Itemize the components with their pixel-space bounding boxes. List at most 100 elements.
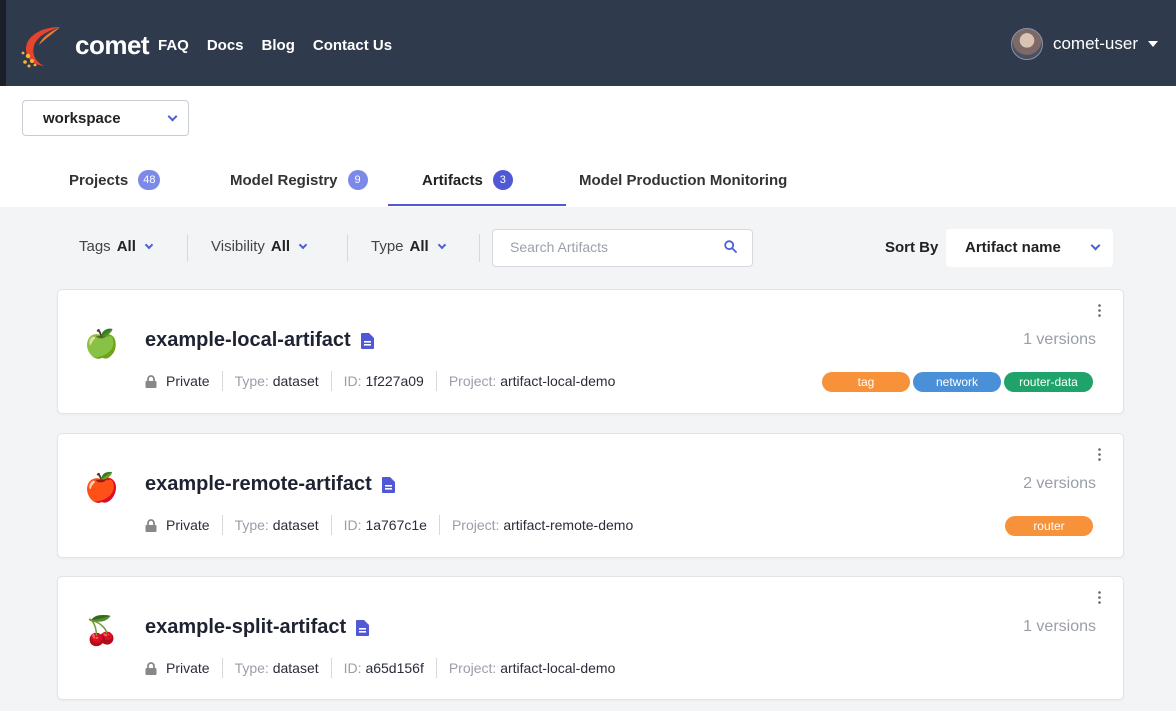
type-label: Type: [234, 660, 269, 676]
active-tab-indicator [388, 204, 566, 206]
count-badge: 3 [492, 170, 513, 190]
artifact-meta: Private Type: dataset ID: a65d156f Proje… [145, 658, 615, 678]
document-icon [356, 619, 370, 636]
red-apple-icon: 🍎 [84, 472, 119, 503]
green-apple-icon: 🍏 [84, 328, 119, 359]
chevron-down-icon [167, 111, 178, 122]
tab-label: Artifacts [422, 172, 483, 189]
artifact-name[interactable]: example-remote-artifact [145, 473, 372, 496]
filter-value: All [270, 238, 291, 255]
lock-icon [145, 661, 157, 675]
chevron-down-icon [1090, 240, 1101, 251]
visibility-filter[interactable]: Visibility All [211, 238, 308, 255]
more-options-icon[interactable] [1098, 304, 1101, 317]
caret-down-icon[interactable] [1148, 41, 1158, 47]
top-navbar: comet FAQ Docs Blog Contact Us comet-use… [0, 0, 1176, 86]
artifact-card[interactable]: 🍎 example-remote-artifact 2 versions Pri… [57, 433, 1124, 558]
tab-model-production-monitoring[interactable]: Model Production Monitoring [579, 164, 787, 207]
tags-filter[interactable]: Tags All [79, 238, 154, 255]
filter-value: All [409, 238, 429, 255]
count-badge: 9 [347, 170, 368, 190]
type-value: dataset [272, 660, 319, 676]
filter-value: All [116, 238, 136, 255]
artifact-name[interactable]: example-split-artifact [145, 616, 346, 639]
type-label: Type: [234, 373, 269, 389]
workspace-select-value: workspace [43, 110, 121, 127]
type-value: dataset [272, 373, 319, 389]
nav-link-faq[interactable]: FAQ [158, 37, 189, 54]
workspace-header: workspace Projects 48 Model Registry 9 A… [0, 86, 1176, 207]
id-label: ID: [343, 517, 362, 533]
search-input[interactable] [510, 239, 710, 255]
filter-label: Visibility [211, 238, 265, 255]
type-filter[interactable]: Type All [371, 238, 446, 255]
divider [221, 371, 223, 391]
artifact-card[interactable]: 🍏 example-local-artifact 1 versions Priv… [57, 289, 1124, 414]
tag-chip[interactable]: router [1005, 516, 1093, 536]
divider [330, 658, 332, 678]
versions-count[interactable]: 1 versions [1023, 618, 1096, 636]
artifact-meta: Private Type: dataset ID: 1a767c1e Proje… [145, 515, 633, 535]
project-link[interactable]: artifact-remote-demo [503, 517, 633, 533]
divider [221, 515, 223, 535]
search-box[interactable] [492, 229, 753, 267]
header-nav: FAQ Docs Blog Contact Us [158, 37, 410, 54]
tab-artifacts[interactable]: Artifacts 3 [422, 164, 513, 207]
id-label: ID: [343, 373, 362, 389]
cherries-icon: 🍒 [84, 615, 119, 646]
user-menu[interactable]: comet-user [1010, 28, 1158, 60]
filter-bar: Tags All Visibility All Type All Sort By… [0, 229, 1176, 267]
artifact-name-row[interactable]: example-remote-artifact [145, 473, 395, 496]
tag-chip[interactable]: router-data [1004, 372, 1093, 392]
artifact-name-row[interactable]: example-split-artifact [145, 616, 370, 639]
nav-link-blog[interactable]: Blog [262, 37, 295, 54]
nav-link-docs[interactable]: Docs [207, 37, 244, 54]
tab-projects[interactable]: Projects 48 [69, 164, 161, 207]
sort-by-label: Sort By [885, 239, 939, 256]
more-options-icon[interactable] [1098, 591, 1101, 604]
project-label: Project: [451, 517, 500, 533]
comet-logo-icon[interactable] [20, 23, 64, 69]
versions-count[interactable]: 1 versions [1023, 331, 1096, 349]
filter-label: Type [371, 238, 404, 255]
id-label: ID: [343, 660, 362, 676]
project-link[interactable]: artifact-local-demo [500, 373, 615, 389]
tab-model-registry[interactable]: Model Registry 9 [230, 164, 368, 207]
divider [479, 234, 480, 262]
artifact-card[interactable]: 🍒 example-split-artifact 1 versions Priv… [57, 576, 1124, 700]
visibility-value: Private [166, 373, 210, 389]
tag-chip[interactable]: network [913, 372, 1001, 392]
search-icon[interactable] [724, 240, 737, 253]
divider [330, 371, 332, 391]
tag-chip[interactable]: tag [822, 372, 910, 392]
divider [438, 515, 440, 535]
brand-name[interactable]: comet [75, 30, 150, 61]
document-icon [360, 332, 374, 349]
sort-select-value: Artifact name [965, 239, 1061, 256]
tag-list: router [1005, 516, 1093, 536]
nav-link-contact-us[interactable]: Contact Us [313, 37, 392, 54]
artifact-name[interactable]: example-local-artifact [145, 329, 351, 352]
type-value: dataset [272, 517, 319, 533]
divider [187, 234, 188, 262]
project-label: Project: [448, 373, 497, 389]
versions-count[interactable]: 2 versions [1023, 475, 1096, 493]
project-label: Project: [448, 660, 497, 676]
workspace-select[interactable]: workspace [22, 100, 189, 136]
artifacts-panel: Tags All Visibility All Type All Sort By… [0, 207, 1176, 711]
username[interactable]: comet-user [1053, 34, 1138, 54]
chevron-down-icon [437, 240, 446, 249]
project-link[interactable]: artifact-local-demo [500, 660, 615, 676]
more-options-icon[interactable] [1098, 448, 1101, 461]
visibility-value: Private [166, 660, 210, 676]
avatar[interactable] [1010, 28, 1043, 60]
id-value: a65d156f [365, 660, 424, 676]
lock-icon [145, 374, 157, 388]
sort-select[interactable]: Artifact name [946, 229, 1113, 267]
divider [330, 515, 332, 535]
artifact-name-row[interactable]: example-local-artifact [145, 329, 374, 352]
document-icon [381, 476, 395, 493]
type-label: Type: [234, 517, 269, 533]
tag-list: tag network router-data [822, 372, 1093, 392]
visibility-value: Private [166, 517, 210, 533]
